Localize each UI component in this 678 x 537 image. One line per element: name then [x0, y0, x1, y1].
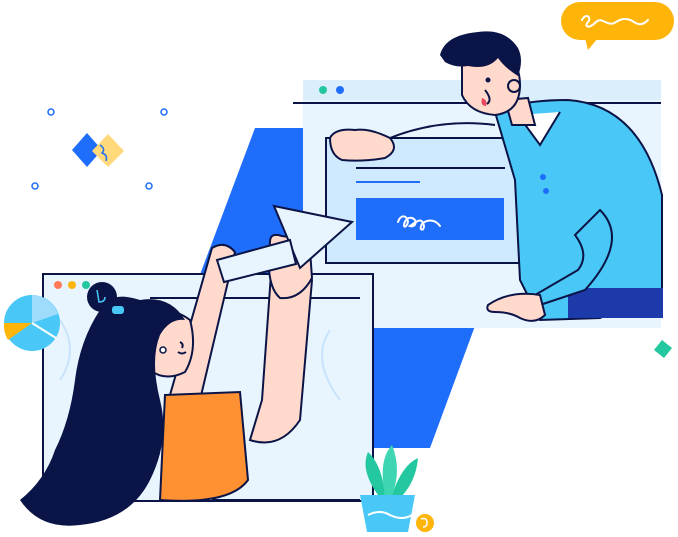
green-gem-icon: [654, 340, 672, 358]
pie-chart-icon: [3, 295, 60, 351]
form-submit-button[interactable]: [356, 198, 504, 240]
dot-decoration: [160, 108, 168, 116]
window-dot-yellow: [68, 281, 76, 289]
window-dot-orange: [54, 281, 62, 289]
window-dot-green-left: [82, 281, 90, 289]
window-dot-green: [319, 86, 327, 94]
speech-bubble-icon: [561, 2, 674, 50]
dot-decoration: [31, 182, 39, 190]
collaboration-illustration: [3, 2, 674, 532]
dot-decoration: [145, 182, 153, 190]
coin-icon: [416, 514, 434, 532]
window-dot-blue: [336, 86, 344, 94]
diamond-icon: [72, 133, 124, 167]
dot-decoration: [47, 108, 55, 116]
